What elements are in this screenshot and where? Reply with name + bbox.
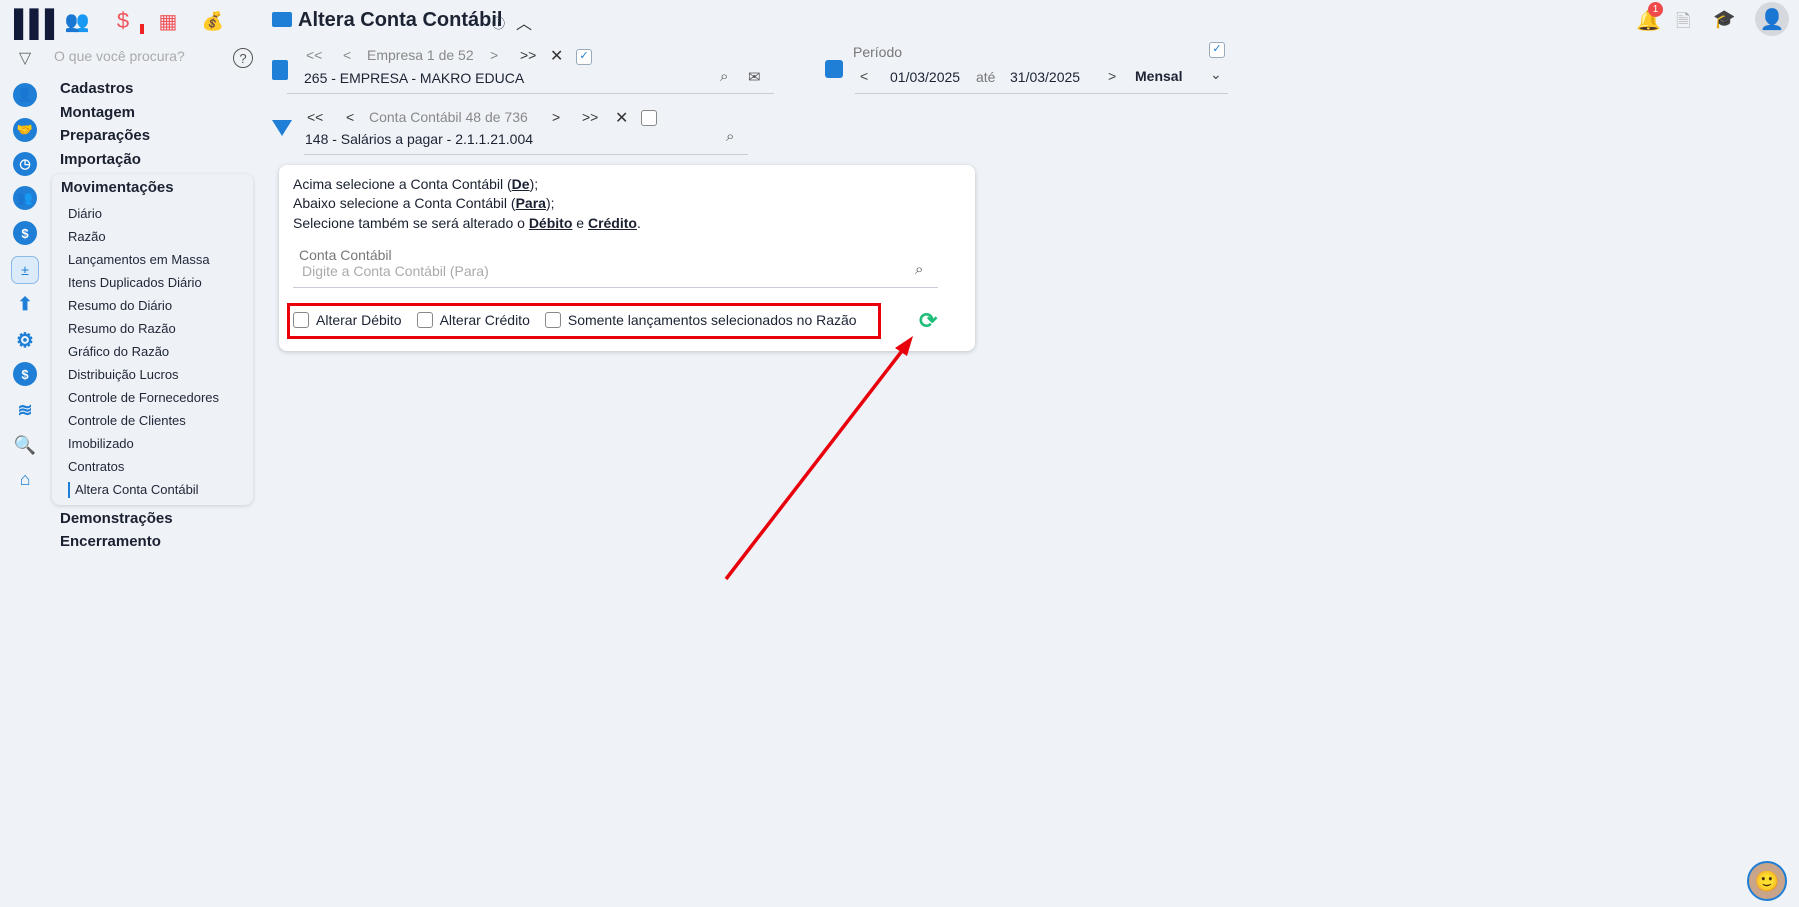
assistant-avatar[interactable]: 🙂 [1747,861,1787,901]
document-search-icon[interactable]: 🗎 [1676,9,1690,39]
user-avatar[interactable]: 👤 [1755,2,1789,36]
annotation-arrow [724,336,913,581]
notification-badge: 1 [1648,2,1663,17]
graduation-cap-icon[interactable]: 🎓 [1713,9,1735,30]
